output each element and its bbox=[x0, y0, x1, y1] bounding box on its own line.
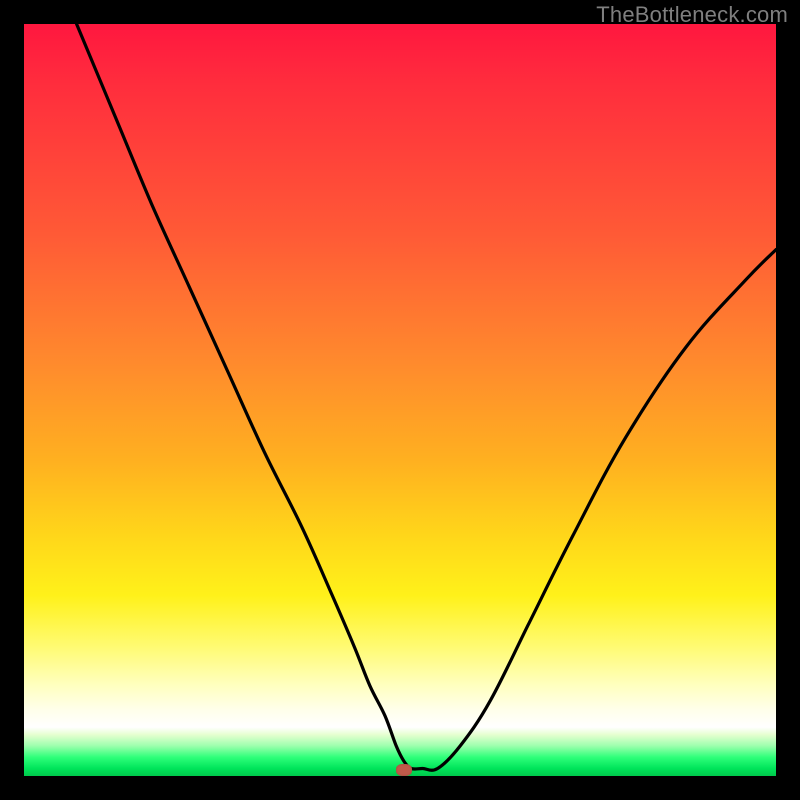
bottleneck-curve bbox=[24, 24, 776, 776]
optimal-marker bbox=[396, 764, 412, 776]
watermark-text: TheBottleneck.com bbox=[596, 2, 788, 28]
plot-area bbox=[24, 24, 776, 776]
chart-frame: TheBottleneck.com bbox=[0, 0, 800, 800]
